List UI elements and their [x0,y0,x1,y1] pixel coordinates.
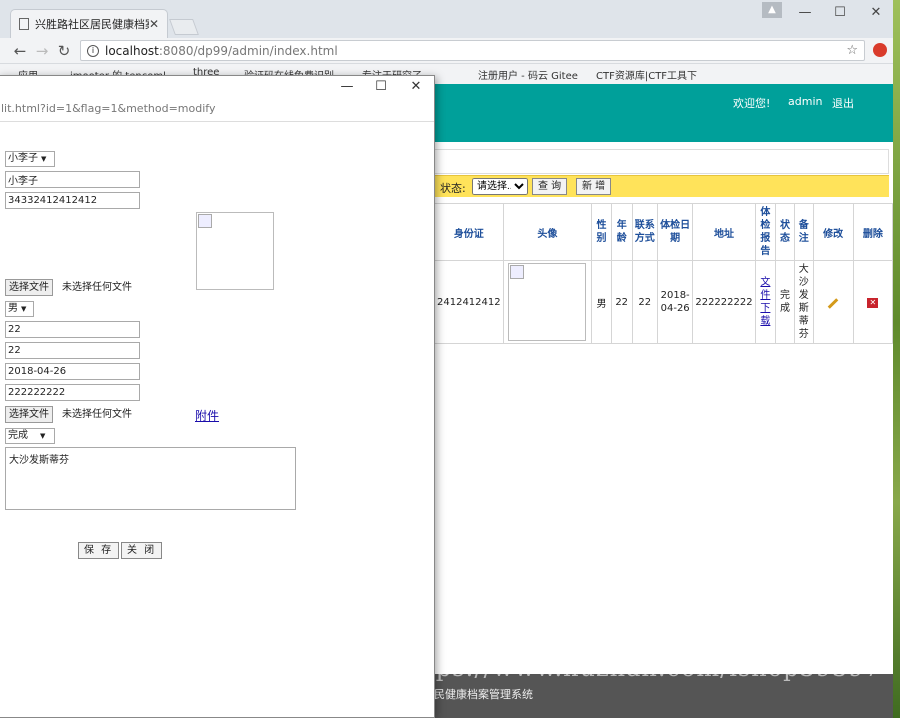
profile-icon[interactable]: ▲ [762,2,782,18]
no-file-text: 未选择任何文件 [62,282,132,293]
cell-remark: 大沙发斯蒂芬 [793,260,814,344]
info-icon[interactable]: i [87,44,99,57]
contact-field[interactable] [5,342,140,359]
forward-icon[interactable]: → [32,41,52,61]
remark-textarea[interactable]: 大沙发斯蒂芬 [5,447,296,510]
footer-text: 民健康档案管理系统 [434,688,533,701]
table-header-row: 身份证 头像 性别 年龄 联系方式 体检日期 地址 体检报告 状态 备注 修改 … [434,203,894,261]
col-contact: 联系方式 [631,203,658,261]
bookmark-item[interactable]: 注册用户 - 码云 Gitee [478,67,578,82]
welcome-text: 欢迎您! [733,97,771,110]
close-button[interactable]: 关 闭 [121,542,163,559]
status-select[interactable]: 完成 ▼ [5,428,55,444]
col-delete: 删除 [852,203,894,261]
tab-close-icon[interactable]: ✕ [149,17,159,31]
attachment-link[interactable]: 附件 [195,407,219,424]
records-table-visible: 身份证 头像 性别 年龄 联系方式 体检日期 地址 体检报告 状态 备注 修改 … [434,203,894,344]
browser-tab[interactable]: 兴胜路社区居民健康档案 ✕ [10,9,168,38]
delete-icon[interactable]: ✕ [867,297,879,308]
reload-icon[interactable]: ↻ [54,41,74,61]
choose-file-button[interactable]: 选择文件 [5,279,53,296]
url-path: :8080/dp99/admin/index.html [158,43,338,58]
popup-titlebar: — ☐ ✕ [0,76,434,98]
gender-select-value: 男 [8,303,18,314]
download-link[interactable]: 文件下载 [760,277,770,327]
url-input[interactable]: i localhost:8080/dp99/admin/index.html ☆ [80,40,865,61]
cell-address: 222222222 [692,260,756,344]
col-address: 地址 [692,203,756,261]
popup-url: lit.html?id=1&flag=1&method=modify [0,98,434,122]
col-report: 体检报告 [754,203,777,261]
col-age: 年龄 [610,203,633,261]
avatar-preview [196,212,274,290]
name-select[interactable]: 小李子 ▼ [5,151,55,167]
broken-image-icon [198,214,212,228]
dropdown-arrow-icon: ▼ [41,155,47,163]
extension-icon[interactable] [873,43,887,57]
cell-status: 完成 [775,260,795,344]
address-field[interactable] [5,384,140,401]
watermark: https://www.huzhan.com/ishop39397 [398,654,881,682]
close-icon[interactable]: ✕ [861,4,891,22]
cell-edit [812,260,854,344]
query-button[interactable]: 查 询 [532,178,568,195]
col-gender: 性别 [591,203,612,261]
idcard-field[interactable] [5,192,140,209]
address-bar: ← → ↻ i localhost:8080/dp99/admin/index.… [0,38,893,64]
edit-popup-window: — ☐ ✕ lit.html?id=1&flag=1&method=modify… [0,75,435,718]
cell-date: 2018-04-26 [656,260,694,344]
col-remark: 备注 [793,203,814,261]
minimize-icon[interactable]: — [790,4,820,22]
back-icon[interactable]: ← [10,41,30,61]
bookmark-star-icon[interactable]: ☆ [846,43,858,58]
url-host: localhost [105,43,159,58]
gender-select[interactable]: 男 ▼ [5,301,34,317]
cell-delete: ✕ [852,260,894,344]
add-button[interactable]: 新 增 [576,178,612,195]
cell-idcard: 2412412412 [434,260,504,344]
col-date: 体检日期 [656,203,694,261]
col-idcard: 身份证 [434,203,504,261]
status-select-value: 完成 [8,430,28,441]
age-field[interactable] [5,321,140,338]
cell-report: 文件下载 [754,260,777,344]
popup-maximize-icon[interactable]: ☐ [366,78,396,96]
status-label: 状态: [440,182,466,195]
dropdown-arrow-icon: ▼ [40,432,46,440]
col-status: 状态 [775,203,795,261]
cell-avatar [502,260,593,344]
new-tab-button[interactable] [169,19,199,35]
cell-age: 22 [610,260,633,344]
page-icon [19,18,29,30]
choose-report-button[interactable]: 选择文件 [5,406,53,423]
popup-minimize-icon[interactable]: — [332,78,362,96]
dropdown-arrow-icon: ▼ [21,305,27,313]
status-select[interactable]: 请选择... [472,178,528,195]
bookmark-item[interactable]: CTF资源库|CTF工具下 [596,67,697,82]
name-select-value: 小李子 [8,153,38,164]
no-report-text: 未选择任何文件 [62,409,132,420]
broken-image-icon [510,265,525,279]
name-field[interactable] [5,171,140,188]
tab-strip: 兴胜路社区居民健康档案 ✕ ▲ — ☐ ✕ [0,0,893,38]
edit-pencil-icon[interactable] [827,297,839,309]
username: admin [788,95,823,108]
cell-contact: 22 [631,260,658,344]
popup-close-icon[interactable]: ✕ [401,78,431,96]
col-edit: 修改 [812,203,854,261]
col-avatar: 头像 [502,203,593,261]
maximize-icon[interactable]: ☐ [825,4,855,22]
save-button[interactable]: 保 存 [78,542,120,559]
avatar-image [508,263,587,341]
table-row: 2412412412 男 22 22 2018-04-26 222222222 … [434,260,894,344]
cell-gender: 男 [591,260,612,344]
tab-title: 兴胜路社区居民健康档案 [35,18,149,31]
logout-link[interactable]: 退出 [832,95,854,111]
date-field[interactable] [5,363,140,380]
